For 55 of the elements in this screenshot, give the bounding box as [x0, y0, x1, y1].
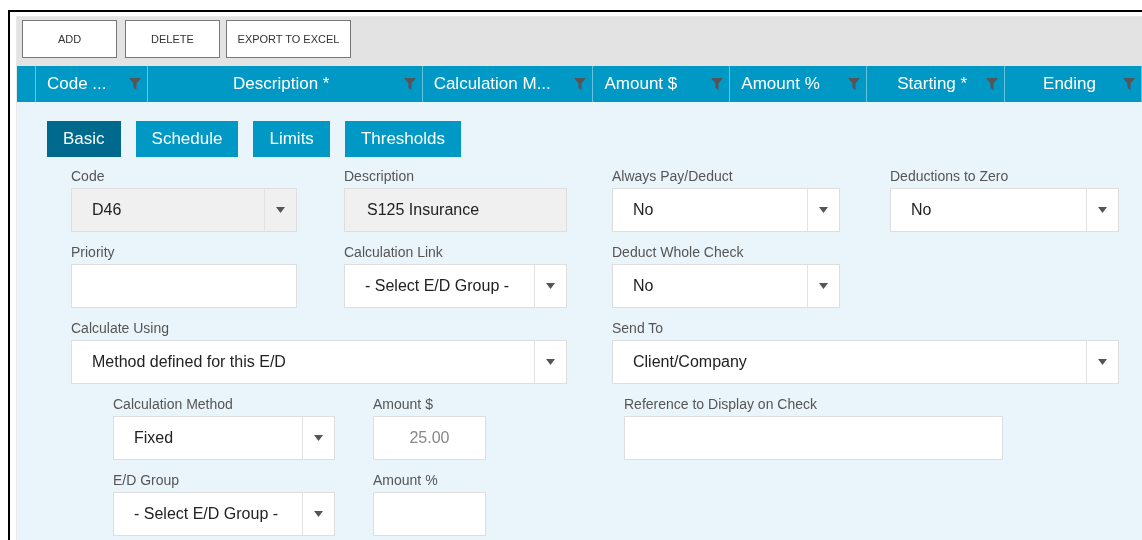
- field-label: Calculate Using: [71, 319, 171, 338]
- toolbar-button[interactable]: ADD: [22, 20, 117, 58]
- dropdown[interactable]: Client/Company: [612, 340, 1119, 384]
- field-label: Reference to Display on Check: [624, 395, 818, 414]
- tab[interactable]: Basic: [47, 121, 121, 157]
- dropdown-value: No: [910, 200, 933, 220]
- dropdown-value: No: [632, 276, 655, 296]
- field-label: Amount $: [373, 395, 434, 414]
- dropdown[interactable]: Fixed: [113, 416, 335, 460]
- input-field[interactable]: [373, 492, 486, 536]
- caret-icon: [314, 511, 323, 517]
- field-label: Send To: [612, 319, 665, 338]
- filter-icon[interactable]: [403, 77, 416, 91]
- filter-icon[interactable]: [574, 77, 587, 91]
- dropdown[interactable]: Method defined for this E/D: [71, 340, 567, 384]
- caret-icon: [819, 207, 828, 213]
- caret-icon: [1098, 207, 1107, 213]
- dropdown[interactable]: - Select E/D Group -: [113, 492, 335, 536]
- dropdown[interactable]: No: [612, 188, 840, 232]
- field-label: Calculation Method: [113, 395, 234, 414]
- dropdown-value: - Select E/D Group -: [133, 504, 280, 524]
- field-label: Deductions to Zero: [890, 167, 1010, 186]
- dropdown-value: Fixed: [133, 428, 175, 448]
- caret-icon: [314, 435, 323, 441]
- toolbar-button[interactable]: EXPORT TO EXCEL: [226, 20, 351, 58]
- dropdown-value: D46: [91, 200, 123, 220]
- caret-icon: [1098, 359, 1107, 365]
- field-label: Priority: [71, 243, 116, 262]
- filter-icon[interactable]: [128, 77, 141, 91]
- caret-icon: [276, 207, 285, 213]
- caret-icon: [546, 283, 555, 289]
- field-label: Calculation Link: [344, 243, 444, 262]
- dropdown-value: Method defined for this E/D: [91, 352, 287, 372]
- dropdown-value: No: [632, 200, 655, 220]
- dropdown-value: Client/Company: [632, 352, 748, 372]
- filter-icon[interactable]: [711, 77, 724, 91]
- field-label: Description: [344, 167, 416, 186]
- input-field[interactable]: [624, 416, 1003, 460]
- dropdown[interactable]: - Select E/D Group -: [344, 264, 567, 308]
- field-label: Always Pay/Deduct: [612, 167, 734, 186]
- field-label: Amount %: [373, 471, 439, 490]
- dropdown-value: - Select E/D Group -: [364, 276, 511, 296]
- caret-icon: [546, 359, 555, 365]
- toolbar-button[interactable]: DELETE: [125, 20, 220, 58]
- caret-icon: [819, 283, 828, 289]
- dropdown[interactable]: No: [612, 264, 840, 308]
- filter-icon[interactable]: [986, 77, 999, 91]
- field-label: Deduct Whole Check: [612, 243, 745, 262]
- filter-icon[interactable]: [1123, 77, 1135, 91]
- field-label: Code: [71, 167, 106, 186]
- field-label: E/D Group: [113, 471, 181, 490]
- dropdown[interactable]: No: [890, 188, 1119, 232]
- input-field[interactable]: 25.00: [373, 416, 486, 460]
- filter-icon[interactable]: [848, 77, 861, 91]
- input-field[interactable]: [71, 264, 297, 308]
